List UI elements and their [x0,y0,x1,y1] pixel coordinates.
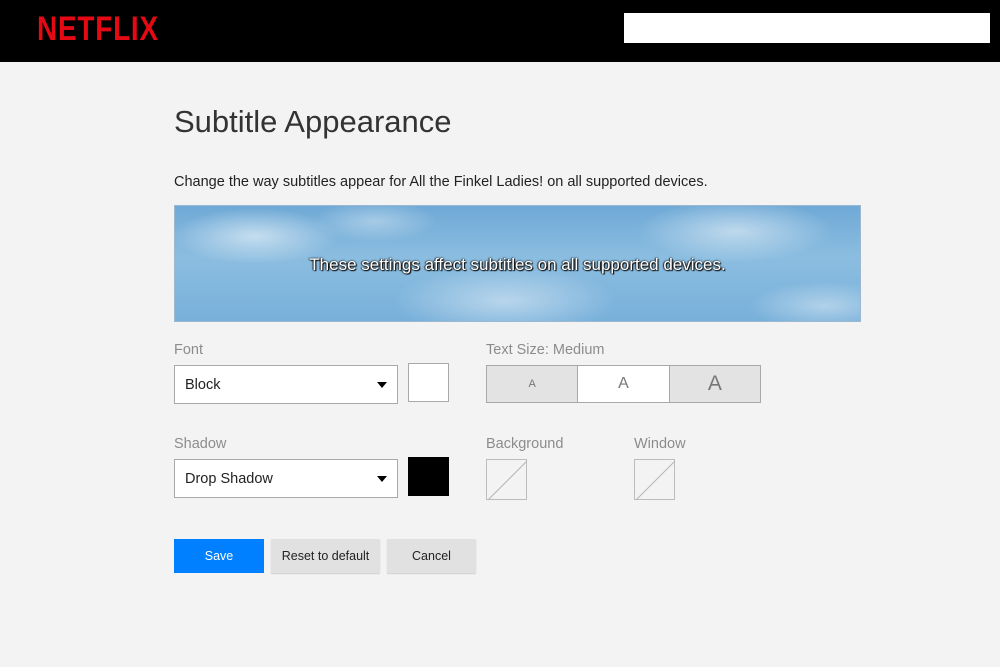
font-select-value: Block [185,377,221,393]
cancel-button[interactable]: Cancel [387,539,476,573]
search-input[interactable] [624,13,990,43]
page-description: Change the way subtitles appear for All … [174,174,708,190]
shadow-select-value: Drop Shadow [185,471,273,487]
background-label: Background [486,436,564,452]
window-color-swatch[interactable] [634,459,676,501]
text-size-medium-button[interactable]: A [577,366,669,402]
page-title: Subtitle Appearance [174,104,452,139]
save-button[interactable]: Save [174,539,264,573]
shadow-label: Shadow [174,436,227,452]
subtitle-preview: These settings affect subtitles on all s… [174,205,861,322]
none-icon [635,460,676,501]
shadow-select[interactable]: Drop Shadow [174,459,398,498]
text-size-small-button[interactable]: A [487,366,578,402]
text-size-label: Text Size: Medium [486,342,605,358]
background-color-swatch[interactable] [486,459,528,501]
none-icon [487,460,528,501]
dropdown-arrow-icon [377,382,387,388]
preview-subtitle-text: These settings affect subtitles on all s… [309,255,726,274]
top-bar: NETFLIX [0,0,1000,62]
dropdown-arrow-icon [377,476,387,482]
netflix-logo[interactable]: NETFLIX [37,10,159,48]
font-label: Font [174,342,204,358]
reset-to-default-button[interactable]: Reset to default [271,539,380,573]
font-color-swatch[interactable] [408,363,449,402]
window-label: Window [634,436,686,452]
text-size-selector: A A A [486,365,761,403]
shadow-color-swatch[interactable] [408,457,449,496]
font-select[interactable]: Block [174,365,398,404]
text-size-large-button[interactable]: A [668,366,760,402]
